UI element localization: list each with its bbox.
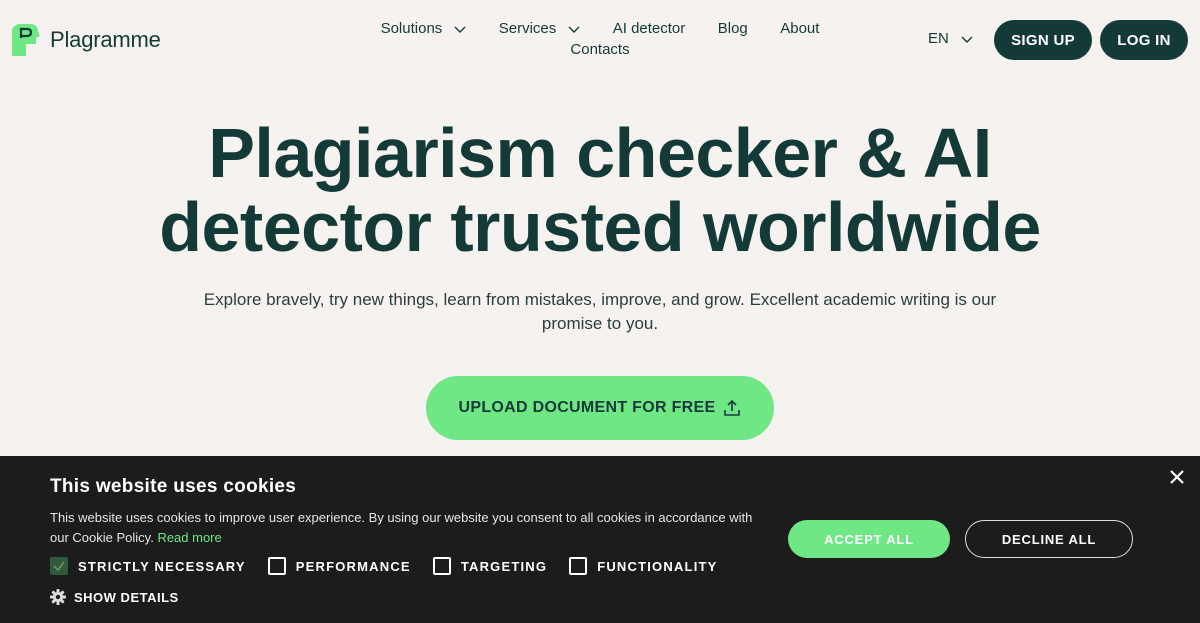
upload-document-button[interactable]: UPLOAD DOCUMENT FOR FREE: [426, 376, 774, 440]
hero-title-line-2: detector trusted worldwide: [159, 188, 1041, 266]
nav-services[interactable]: Services: [499, 18, 581, 39]
site-header: Plagramme Solutions Services AI detector…: [0, 0, 1200, 80]
sign-up-button[interactable]: SIGN UP: [994, 20, 1092, 60]
cookie-text: This website uses cookies to improve use…: [50, 508, 770, 548]
hero-title: Plagiarism checker & AI detector trusted…: [0, 116, 1200, 264]
chevron-down-icon: [568, 26, 580, 33]
cookie-title: This website uses cookies: [50, 476, 297, 497]
check-icon: [53, 561, 65, 572]
chevron-down-icon: [961, 36, 973, 43]
upload-icon: [724, 399, 741, 416]
show-details-label: SHOW DETAILS: [74, 589, 179, 605]
log-in-button[interactable]: LOG IN: [1100, 20, 1188, 60]
nav-solutions-label: Solutions: [380, 20, 443, 37]
close-icon[interactable]: [1168, 468, 1186, 486]
cookie-banner: This website uses cookies This website u…: [0, 456, 1200, 623]
language-selector[interactable]: EN: [928, 30, 973, 47]
checkbox-functionality[interactable]: [569, 557, 588, 575]
logo-icon: [12, 24, 40, 56]
nav-about[interactable]: About: [780, 18, 819, 39]
option-label: TARGETING: [460, 558, 548, 574]
option-performance[interactable]: PERFORMANCE: [267, 557, 411, 575]
option-targeting[interactable]: TARGETING: [432, 557, 548, 575]
show-details-button[interactable]: SHOW DETAILS: [50, 589, 179, 605]
cookie-description: This website uses cookies to improve use…: [50, 510, 753, 545]
cookie-options: STRICTLY NECESSARY PERFORMANCE TARGETING…: [50, 557, 740, 575]
main-nav: Solutions Services AI detector Blog Abou…: [360, 18, 840, 60]
chevron-down-icon: [454, 26, 466, 33]
read-more-link[interactable]: Read more: [157, 530, 221, 545]
option-label: STRICTLY NECESSARY: [78, 558, 246, 574]
nav-solutions[interactable]: Solutions: [381, 18, 467, 39]
decline-all-button[interactable]: DECLINE ALL: [965, 520, 1133, 558]
accept-all-button[interactable]: ACCEPT ALL: [788, 520, 950, 558]
gear-icon: [50, 589, 66, 605]
nav-blog[interactable]: Blog: [718, 18, 748, 39]
nav-services-label: Services: [498, 20, 557, 37]
logo[interactable]: Plagramme: [12, 24, 161, 56]
option-label: PERFORMANCE: [295, 558, 411, 574]
upload-label: UPLOAD DOCUMENT FOR FREE: [458, 399, 716, 416]
nav-ai-detector[interactable]: AI detector: [613, 18, 686, 39]
language-label: EN: [928, 30, 949, 47]
hero-title-line-1: Plagiarism checker & AI: [208, 114, 992, 192]
brand-name: Plagramme: [50, 27, 161, 52]
hero-subtitle: Explore bravely, try new things, learn f…: [203, 290, 997, 333]
checkbox-targeting[interactable]: [432, 557, 451, 575]
option-functionality[interactable]: FUNCTIONALITY: [569, 557, 717, 575]
option-label: FUNCTIONALITY: [597, 558, 718, 574]
nav-contacts[interactable]: Contacts: [570, 39, 629, 60]
checkbox-performance[interactable]: [267, 557, 286, 575]
checkbox-strictly-necessary[interactable]: [50, 557, 68, 575]
option-strictly-necessary[interactable]: STRICTLY NECESSARY: [50, 557, 246, 575]
